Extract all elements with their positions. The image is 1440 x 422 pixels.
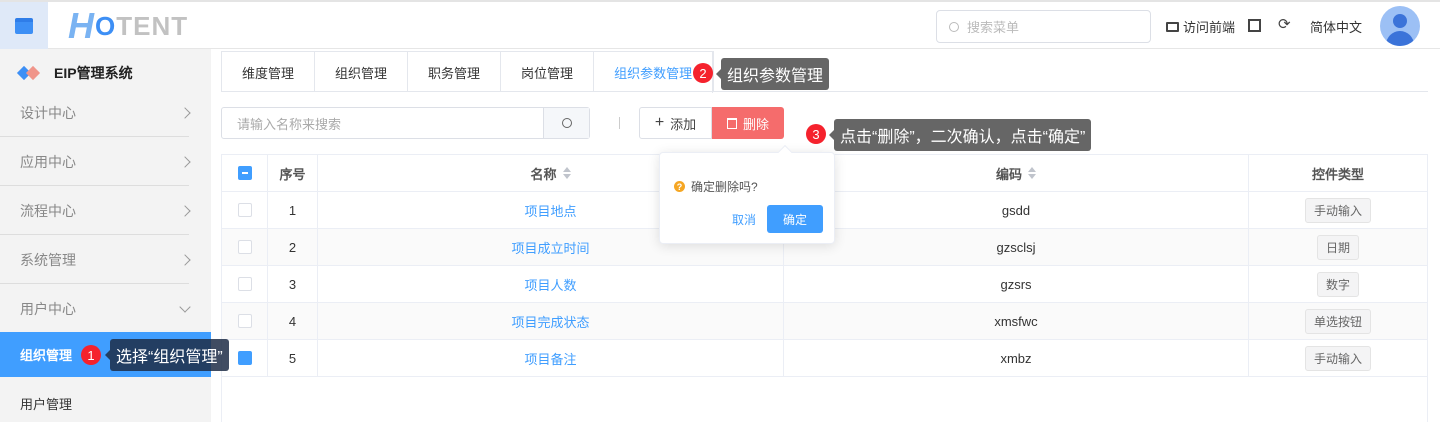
menu-icon xyxy=(15,17,33,34)
monitor-icon xyxy=(1166,21,1179,32)
menu-search-input[interactable]: 搜索菜单 xyxy=(936,10,1151,43)
row-code: xmbz xyxy=(784,340,1249,376)
tab-org[interactable]: 组织管理 xyxy=(315,52,409,92)
step-badge-1: 1 xyxy=(81,345,101,365)
system-title: EIP管理系统 xyxy=(16,63,133,83)
sort-icon[interactable] xyxy=(1028,167,1036,179)
header-code[interactable]: 编码 xyxy=(784,155,1249,191)
chevron-right-icon xyxy=(179,204,191,217)
step-badge-2: 2 xyxy=(693,63,713,83)
sidebar-item-system[interactable]: 系统管理 xyxy=(0,235,211,284)
control-type-tag: 手动输入 xyxy=(1304,345,1371,371)
sidebar-item-user-management[interactable]: 用户管理 xyxy=(20,394,72,413)
question-icon: ? xyxy=(674,181,685,192)
row-no: 2 xyxy=(268,229,318,265)
confirm-button[interactable]: 确定 xyxy=(767,205,823,233)
annotation-tooltip-3: 点击“删除”，二次确认，点击“确定” xyxy=(828,119,1092,151)
delete-button[interactable]: 删除 xyxy=(712,107,784,139)
table-row[interactable]: 3 项目人数 gzsrs 数字 xyxy=(222,266,1427,303)
header-type: 控件类型 xyxy=(1311,166,1364,182)
search-icon xyxy=(561,118,572,128)
system-logo-icon xyxy=(16,65,44,81)
row-code: gzsclsj xyxy=(784,229,1249,265)
row-code: xmsfwc xyxy=(784,303,1249,339)
row-no: 4 xyxy=(268,303,318,339)
row-checkbox[interactable] xyxy=(237,240,252,254)
row-name-link[interactable]: 项目成立时间 xyxy=(511,238,589,257)
row-name-link[interactable]: 项目人数 xyxy=(524,275,576,294)
row-checkbox[interactable] xyxy=(237,351,252,365)
language-select[interactable]: 简体中文 xyxy=(1310,17,1362,36)
add-button[interactable]: + 添加 xyxy=(639,107,712,139)
search-icon xyxy=(949,21,959,32)
annotation-tooltip-1: 选择“组织管理” xyxy=(105,339,229,371)
table-row[interactable]: 4 项目完成状态 xmsfwc 单选按钮 xyxy=(222,303,1427,340)
row-no: 1 xyxy=(268,192,318,228)
header-no: 序号 xyxy=(268,155,318,191)
tab-divider xyxy=(221,91,1428,92)
delete-confirm-popover: ? 确定删除吗? 取消 确定 xyxy=(659,144,835,244)
logo: H O TENT xyxy=(68,5,189,46)
avatar[interactable] xyxy=(1380,6,1420,46)
sidebar-item-flow[interactable]: 流程中心 xyxy=(0,186,211,235)
sort-icon[interactable] xyxy=(562,167,571,179)
row-name-link[interactable]: 项目地点 xyxy=(524,201,576,220)
row-no: 3 xyxy=(268,266,318,302)
table-row[interactable]: 5 项目备注 xmbz 手动输入 xyxy=(222,340,1427,377)
chevron-right-icon xyxy=(179,155,191,168)
annotation-tooltip-2: 组织参数管理 xyxy=(715,58,830,90)
control-type-tag: 单选按钮 xyxy=(1304,308,1371,334)
sidebar-item-user-center[interactable]: 用户中心 xyxy=(0,284,211,333)
tab-job[interactable]: 职务管理 xyxy=(408,52,502,92)
control-type-tag: 数字 xyxy=(1316,271,1359,297)
name-search-input[interactable]: 请输入名称来搜索 xyxy=(222,108,543,138)
cancel-button[interactable]: 取消 xyxy=(732,211,756,228)
control-type-tag: 手动输入 xyxy=(1304,197,1371,223)
row-name-link[interactable]: 项目完成状态 xyxy=(511,312,589,331)
fullscreen-icon[interactable] xyxy=(1248,19,1261,32)
divider xyxy=(619,117,620,129)
sidebar-item-app[interactable]: 应用中心 xyxy=(0,137,211,186)
search-button[interactable] xyxy=(543,108,589,138)
sidebar-item-design[interactable]: 设计中心 xyxy=(0,88,211,137)
tab-bar: 维度管理 组织管理 职务管理 岗位管理 组织参数管理 xyxy=(221,51,715,93)
visit-frontend-link[interactable]: 访问前端 xyxy=(1166,17,1235,36)
trash-icon xyxy=(726,117,737,129)
tab-post[interactable]: 岗位管理 xyxy=(501,52,595,92)
plus-icon: + xyxy=(654,114,665,131)
row-name-link[interactable]: 项目备注 xyxy=(524,349,576,368)
tab-dimension[interactable]: 维度管理 xyxy=(222,52,316,92)
chevron-right-icon xyxy=(179,253,191,266)
chevron-right-icon xyxy=(179,106,191,119)
chevron-down-icon xyxy=(179,300,191,313)
row-code: gsdd xyxy=(784,192,1249,228)
refresh-icon[interactable]: ⟳ xyxy=(1278,15,1291,33)
row-no: 5 xyxy=(268,340,318,376)
row-code: gzsrs xyxy=(784,266,1249,302)
row-checkbox[interactable] xyxy=(237,277,252,291)
row-checkbox[interactable] xyxy=(237,314,252,328)
top-bar: H O TENT 搜索菜单 访问前端 ⟳ 简体中文 xyxy=(0,0,1440,49)
row-checkbox[interactable] xyxy=(237,203,252,217)
step-badge-3: 3 xyxy=(806,124,826,144)
select-all-checkbox[interactable] xyxy=(237,166,252,180)
control-type-tag: 日期 xyxy=(1316,234,1359,260)
menu-toggle-button[interactable] xyxy=(0,2,48,49)
name-search: 请输入名称来搜索 xyxy=(221,107,590,139)
